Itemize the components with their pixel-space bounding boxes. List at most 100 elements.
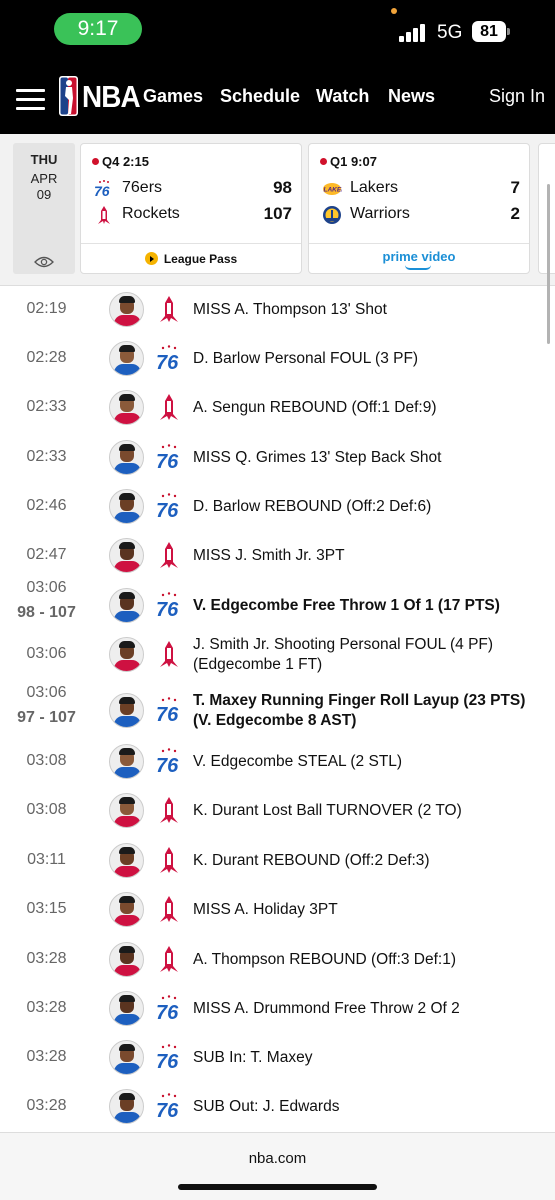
- nav-link-news[interactable]: News: [388, 86, 435, 107]
- play-row[interactable]: 03:28 A. Thompson REBOUND (Off:3 Def:1): [0, 936, 555, 985]
- play-row[interactable]: 02:33 76 MISS Q. Grimes 13' Step Back Shot: [0, 434, 555, 483]
- svg-text:76: 76: [156, 755, 179, 775]
- play-description: MISS A. Holiday 3PT: [193, 901, 338, 918]
- status-bar: 9:17 5G 81: [0, 0, 555, 56]
- sixers-logo-icon: 76: [156, 995, 179, 1022]
- play-time: 02:33: [26, 398, 67, 415]
- play-time: 03:06: [26, 645, 67, 662]
- game-card-76ers-rockets[interactable]: Q4 2:15 76 76ers 98 Rockets 107 League P…: [80, 143, 302, 274]
- rockets-logo-icon: [160, 394, 178, 420]
- battery-icon: 81: [472, 21, 506, 42]
- play-row[interactable]: 03:15 MISS A. Holiday 3PT: [0, 886, 555, 935]
- player-avatar[interactable]: [109, 793, 144, 828]
- team-name: 76ers: [122, 179, 163, 196]
- play-row[interactable]: 03:28 76 SUB In: T. Maxey: [0, 1034, 555, 1083]
- sixers-logo-icon: 76: [156, 444, 179, 471]
- play-row[interactable]: 03:08 K. Durant Lost Ball TURNOVER (2 TO): [0, 787, 555, 836]
- nav-link-games[interactable]: Games: [143, 86, 203, 107]
- play-score: 97 - 107: [17, 709, 76, 726]
- player-avatar[interactable]: [109, 588, 144, 623]
- eye-icon[interactable]: [34, 256, 54, 268]
- sixers-logo-icon: 76: [156, 1044, 179, 1071]
- rockets-logo-icon: [160, 296, 178, 322]
- broadcast-label: League Pass: [163, 252, 238, 266]
- date-weekday: THU: [30, 152, 58, 167]
- play-row[interactable]: 03:06 98 - 107 76 V. Edgecombe Free Throw 1…: [0, 579, 555, 631]
- play-row[interactable]: 03:28 76 MISS A. Drummond Free Throw 2 Of …: [0, 985, 555, 1034]
- nav-link-schedule[interactable]: Schedule: [220, 86, 300, 107]
- nav-link-watch[interactable]: Watch: [316, 86, 369, 107]
- sixers-logo-icon: 76: [156, 345, 179, 372]
- prime-video-button[interactable]: prime video: [309, 243, 529, 274]
- play-row[interactable]: 02:19 MISS A. Thompson 13' Shot: [0, 286, 555, 335]
- rockets-logo-icon: [98, 206, 110, 224]
- play-description: SUB In: T. Maxey: [193, 1049, 313, 1066]
- date-month: APR: [30, 171, 58, 186]
- play-row[interactable]: 03:11 K. Durant REBOUND (Off:2 Def:3): [0, 837, 555, 886]
- play-time: 02:19: [26, 300, 67, 317]
- player-avatar[interactable]: [109, 292, 144, 327]
- team-row-rockets: Rockets 107: [94, 204, 292, 226]
- player-avatar[interactable]: [109, 538, 144, 573]
- player-avatar[interactable]: [109, 637, 144, 672]
- play-row[interactable]: 02:46 76 D. Barlow REBOUND (Off:2 Def:6): [0, 483, 555, 532]
- player-avatar[interactable]: [109, 693, 144, 728]
- svg-text:76: 76: [156, 704, 179, 724]
- team-name: Lakers: [350, 179, 399, 196]
- play-row[interactable]: 02:47 MISS J. Smith Jr. 3PT: [0, 532, 555, 581]
- sign-in-link[interactable]: Sign In: [489, 86, 545, 107]
- player-avatar[interactable]: [109, 489, 144, 524]
- date-day: 09: [36, 187, 52, 202]
- date-selector[interactable]: THU APR 09: [13, 143, 75, 274]
- lakers-logo-icon: LAKERS: [323, 183, 343, 195]
- game-card-lakers-warriors[interactable]: Q1 9:07 LAKERS Lakers 7 Warriors 2 prime…: [308, 143, 530, 274]
- play-time: 03:15: [26, 900, 67, 917]
- player-avatar[interactable]: [109, 991, 144, 1026]
- play-time: 02:47: [26, 546, 67, 563]
- scoreboard-strip: THU APR 09 Q4 2:15 76 76ers 98 Rockets 1…: [0, 134, 555, 286]
- player-avatar[interactable]: [109, 892, 144, 927]
- player-avatar[interactable]: [109, 341, 144, 376]
- play-row[interactable]: 02:28 76 D. Barlow Personal FOUL (3 PF): [0, 335, 555, 384]
- svg-text:76: 76: [156, 352, 179, 372]
- team-row-lakers: LAKERS Lakers 7: [322, 178, 520, 200]
- url-field[interactable]: nba.com: [0, 1150, 555, 1167]
- player-avatar[interactable]: [109, 440, 144, 475]
- play-time: 03:11: [27, 851, 66, 868]
- play-description: D. Barlow Personal FOUL (3 PF): [193, 350, 419, 367]
- play-description: D. Barlow REBOUND (Off:2 Def:6): [193, 498, 432, 515]
- rockets-logo-icon: [160, 896, 178, 922]
- play-description: V. Edgecombe STEAL (2 STL): [193, 753, 403, 770]
- svg-text:LAKERS: LAKERS: [324, 187, 343, 194]
- nba-logo[interactable]: NBA: [59, 76, 141, 116]
- play-row[interactable]: 03:28 76 SUB Out: J. Edwards: [0, 1083, 555, 1132]
- cellular-signal-icon: [399, 24, 429, 42]
- rockets-logo-icon: [160, 797, 178, 823]
- play-icon: [144, 252, 158, 265]
- player-avatar[interactable]: [109, 942, 144, 977]
- play-row[interactable]: 03:06 97 - 107 76 T. Maxey Running Finger R…: [0, 684, 555, 736]
- menu-icon[interactable]: [16, 89, 45, 111]
- player-avatar[interactable]: [109, 1040, 144, 1075]
- sixers-logo-icon: 76: [156, 493, 179, 520]
- player-avatar[interactable]: [109, 843, 144, 878]
- play-row[interactable]: 02:33 A. Sengun REBOUND (Off:1 Def:9): [0, 384, 555, 433]
- league-pass-button[interactable]: League Pass: [81, 243, 301, 274]
- play-description: A. Sengun REBOUND (Off:1 Def:9): [193, 399, 437, 416]
- play-row[interactable]: 03:06 J. Smith Jr. Shooting Personal FOUL…: [0, 631, 555, 680]
- player-avatar[interactable]: [109, 744, 144, 779]
- svg-text:76: 76: [94, 183, 110, 199]
- play-time: 03:08: [26, 752, 67, 769]
- live-dot: [320, 158, 327, 165]
- player-avatar[interactable]: [109, 1089, 144, 1124]
- status-time: 9:17: [54, 13, 142, 45]
- game-clock: Q4 2:15: [92, 154, 149, 169]
- player-avatar[interactable]: [109, 390, 144, 425]
- play-row[interactable]: 03:08 76 V. Edgecombe STEAL (2 STL): [0, 738, 555, 787]
- team-score: 7: [510, 178, 520, 197]
- nba-nav-bar: NBA Games Schedule Watch News Sign In: [0, 56, 555, 134]
- browser-bottom-bar: nba.com: [0, 1132, 555, 1200]
- battery-tip: [507, 28, 510, 35]
- home-indicator[interactable]: [178, 1184, 377, 1190]
- play-time: 03:28: [26, 1097, 67, 1114]
